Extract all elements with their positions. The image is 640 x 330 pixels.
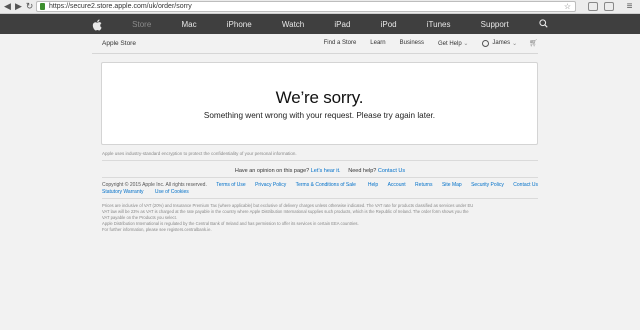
error-message: Something went wrong with your request. … bbox=[203, 111, 436, 120]
user-icon bbox=[482, 39, 490, 47]
divider bbox=[102, 198, 538, 199]
help-link[interactable]: Help bbox=[368, 182, 378, 188]
menu-icon[interactable]: ≡ bbox=[624, 1, 635, 12]
business-link[interactable]: Business bbox=[400, 40, 424, 46]
url-text: https://secure2.store.apple.com/uk/order… bbox=[49, 3, 192, 10]
get-help-label: Get Help bbox=[438, 40, 462, 47]
security-policy-link[interactable]: Security Policy bbox=[471, 182, 504, 188]
pocket-icon[interactable] bbox=[588, 2, 598, 11]
global-nav: Store Mac iPhone Watch iPad iPod iTunes … bbox=[0, 14, 640, 34]
encryption-note: Apple uses industry-standard encryption … bbox=[102, 151, 297, 156]
nav-ipod[interactable]: iPod bbox=[381, 20, 397, 29]
nav-store[interactable]: Store bbox=[132, 20, 151, 29]
need-help-label: Need help? bbox=[348, 168, 377, 174]
lets-hear-it-link[interactable]: Let’s hear it. bbox=[311, 168, 341, 174]
back-icon[interactable]: ◀ bbox=[2, 1, 13, 12]
footer-left: Copyright © 2015 Apple Inc. All rights r… bbox=[102, 182, 356, 188]
reload-icon[interactable]: ↻ bbox=[24, 1, 35, 12]
store-subnav: Apple Store Find a Store Learn Business … bbox=[92, 34, 538, 54]
account-menu[interactable]: James ⌄ bbox=[482, 39, 518, 47]
use-of-cookies-link[interactable]: Use of Cookies bbox=[155, 189, 189, 195]
footer-right: Help Account Returns Site Map Security P… bbox=[360, 182, 538, 188]
divider bbox=[102, 160, 538, 161]
apple-store-title[interactable]: Apple Store bbox=[102, 40, 136, 47]
browser-toolbar: ◀ ▶ ↻ https://secure2.store.apple.com/uk… bbox=[0, 0, 640, 14]
feedback-row: Have an opinion on this page? Let’s hear… bbox=[0, 168, 640, 174]
find-a-store-link[interactable]: Find a Store bbox=[324, 40, 357, 46]
error-heading: We’re sorry. bbox=[275, 88, 364, 107]
apple-logo-icon[interactable] bbox=[92, 18, 102, 31]
chevron-down-icon: ⌄ bbox=[463, 40, 469, 47]
cart-icon[interactable]: 🛒︎ bbox=[529, 39, 538, 47]
legal-text: For further information, please see regi… bbox=[102, 227, 212, 232]
contact-us-link[interactable]: Contact Us bbox=[378, 168, 405, 174]
extension-icon[interactable] bbox=[604, 2, 614, 11]
divider bbox=[102, 177, 538, 178]
privacy-policy-link[interactable]: Privacy Policy bbox=[255, 182, 286, 188]
nav-support[interactable]: Support bbox=[481, 20, 509, 29]
error-card: We’re sorry. Something went wrong with y… bbox=[101, 62, 538, 145]
opinion-question: Have an opinion on this page? bbox=[234, 168, 310, 174]
nav-ipad[interactable]: iPad bbox=[334, 20, 350, 29]
returns-link[interactable]: Returns bbox=[415, 182, 433, 188]
get-help-link[interactable]: Get Help ⌄ bbox=[438, 40, 468, 47]
copyright: Copyright © 2015 Apple Inc. All rights r… bbox=[102, 182, 207, 188]
footer-row-2: Statutory Warranty Use of Cookies bbox=[102, 189, 199, 195]
forward-icon[interactable]: ▶ bbox=[13, 1, 24, 12]
footer-contact-us-link[interactable]: Contact Us bbox=[513, 182, 538, 188]
lock-icon bbox=[40, 3, 45, 10]
user-name: James bbox=[492, 40, 511, 46]
nav-itunes[interactable]: iTunes bbox=[427, 20, 451, 29]
bookmark-star-icon[interactable]: ☆ bbox=[564, 2, 571, 11]
nav-watch[interactable]: Watch bbox=[282, 20, 304, 29]
statutory-warranty-link[interactable]: Statutory Warranty bbox=[102, 189, 144, 195]
search-icon[interactable] bbox=[539, 15, 548, 33]
learn-link[interactable]: Learn bbox=[370, 40, 385, 46]
address-bar[interactable]: https://secure2.store.apple.com/uk/order… bbox=[36, 1, 576, 12]
chevron-down-icon: ⌄ bbox=[512, 40, 518, 47]
nav-mac[interactable]: Mac bbox=[181, 20, 196, 29]
nav-iphone[interactable]: iPhone bbox=[227, 20, 252, 29]
terms-of-sale-link[interactable]: Terms & Conditions of Sale bbox=[296, 182, 356, 188]
account-link[interactable]: Account bbox=[388, 182, 406, 188]
terms-of-use-link[interactable]: Terms of Use bbox=[216, 182, 245, 188]
site-map-link[interactable]: Site Map bbox=[442, 182, 462, 188]
